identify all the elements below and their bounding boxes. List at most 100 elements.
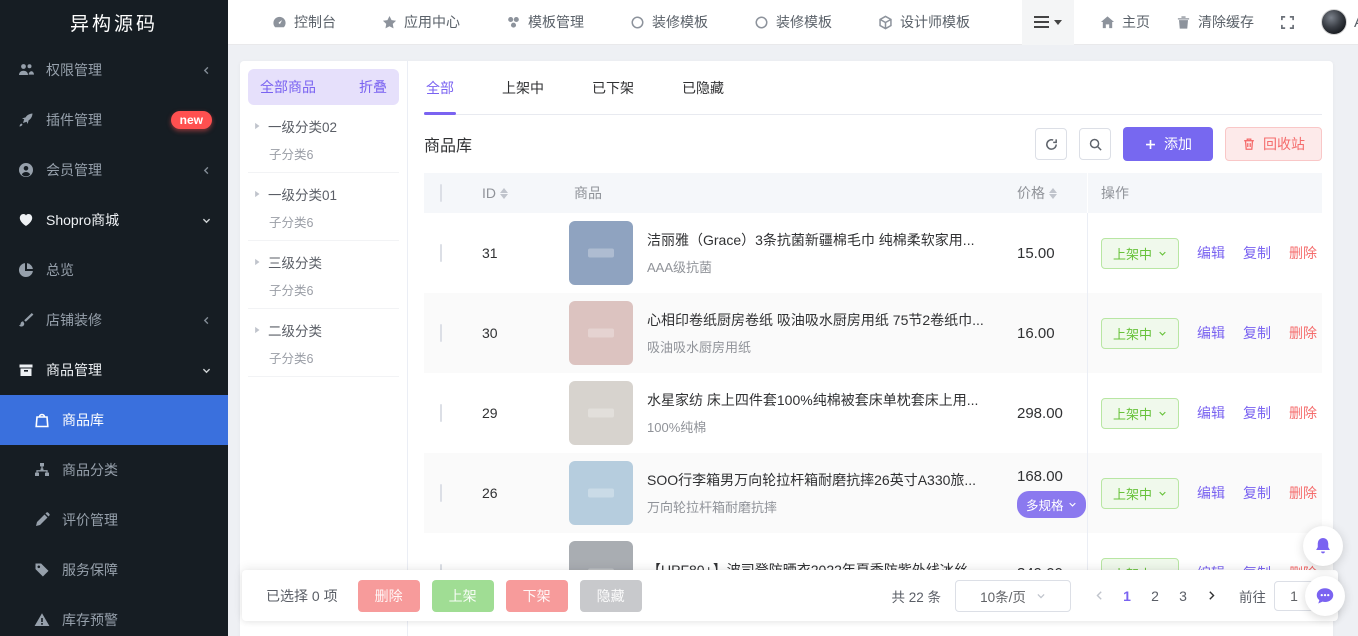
- delete-link[interactable]: 删除: [1289, 323, 1317, 343]
- page-number-1[interactable]: 1: [1113, 582, 1141, 610]
- tree-node[interactable]: 三级分类: [252, 252, 395, 272]
- prev-page-button[interactable]: [1085, 582, 1113, 610]
- batch-on-shelf-button[interactable]: 上架: [432, 580, 494, 612]
- row-checkbox[interactable]: [440, 244, 442, 262]
- search-button[interactable]: [1079, 128, 1111, 160]
- copy-link[interactable]: 复制: [1243, 483, 1271, 503]
- nav-item-app-center[interactable]: 应用中心: [382, 12, 460, 32]
- tree-group: 一级分类01 子分类6: [248, 173, 399, 241]
- status-dropdown[interactable]: 上架中: [1101, 318, 1179, 349]
- status-dropdown[interactable]: 上架中: [1101, 398, 1179, 429]
- add-label: 添加: [1164, 134, 1192, 154]
- batch-delete-button[interactable]: 删除: [358, 580, 420, 612]
- sidebar-item-goods-mgmt[interactable]: 商品管理: [0, 345, 228, 395]
- product-thumbnail: [569, 461, 633, 525]
- tree-subnode[interactable]: 子分类6: [269, 280, 395, 299]
- delete-link[interactable]: 删除: [1289, 403, 1317, 423]
- chevron-left-icon: [201, 165, 212, 176]
- sidebar-item-decoration[interactable]: 店铺装修: [0, 295, 228, 345]
- page-number-3[interactable]: 3: [1169, 582, 1197, 610]
- nav-item-designer-template[interactable]: 设计师模板: [878, 12, 970, 32]
- edit-link[interactable]: 编辑: [1197, 243, 1225, 263]
- sidebar-item-stock-alert[interactable]: 库存预警: [0, 595, 228, 636]
- refresh-button[interactable]: [1035, 128, 1067, 160]
- expand-icon: [1280, 15, 1295, 30]
- chat-button[interactable]: [1305, 576, 1345, 616]
- sidebar-item-overview[interactable]: 总览: [0, 245, 228, 295]
- page-title: 商品库: [424, 132, 472, 156]
- chevron-down-icon: [1158, 489, 1167, 498]
- pen-icon: [34, 512, 51, 529]
- sort-id-icon[interactable]: [500, 188, 508, 199]
- product-price: 16.00: [1017, 325, 1055, 342]
- home-button[interactable]: 主页: [1100, 12, 1150, 32]
- all-goods-label[interactable]: 全部商品: [260, 77, 316, 97]
- tree-node[interactable]: 二级分类: [252, 320, 395, 340]
- copy-link[interactable]: 复制: [1243, 323, 1271, 343]
- status-dropdown[interactable]: 上架中: [1101, 478, 1179, 509]
- shopping-bag-icon: [34, 412, 51, 429]
- tree-subnode[interactable]: 子分类6: [269, 348, 395, 367]
- caret-down-icon: [1054, 20, 1062, 25]
- nav-item-dashboard[interactable]: 控制台: [272, 12, 336, 32]
- tree-subnode[interactable]: 子分类6: [269, 212, 395, 231]
- delete-link[interactable]: 删除: [1289, 483, 1317, 503]
- tab-off-shelf[interactable]: 已下架: [590, 78, 636, 114]
- chevron-down-icon: [1158, 329, 1167, 338]
- copy-link[interactable]: 复制: [1243, 243, 1271, 263]
- edit-link[interactable]: 编辑: [1197, 403, 1225, 423]
- trash-icon: [1242, 137, 1256, 151]
- page-size-select[interactable]: 10条/页: [955, 580, 1071, 612]
- tree-node-label: 三级分类: [268, 252, 322, 272]
- recycle-bin-button[interactable]: 回收站: [1225, 127, 1322, 161]
- row-checkbox[interactable]: [440, 484, 442, 502]
- batch-off-shelf-button[interactable]: 下架: [506, 580, 568, 612]
- sidebar-item-shopro[interactable]: Shopro商城: [0, 195, 228, 245]
- tree-node[interactable]: 一级分类02: [252, 116, 395, 136]
- select-all-checkbox[interactable]: [440, 184, 442, 202]
- category-tree-panel: 全部商品 折叠 一级分类02 子分类6 一级分类01 子分类6 三级分类 子分类…: [240, 61, 408, 636]
- page-number-2[interactable]: 2: [1141, 582, 1169, 610]
- batch-hide-button[interactable]: 隐藏: [580, 580, 642, 612]
- sidebar-item-members[interactable]: 会员管理: [0, 145, 228, 195]
- status-tabs: 全部 上架中 已下架 已隐藏: [424, 61, 1322, 115]
- sidebar-item-guarantee[interactable]: 服务保障: [0, 545, 228, 595]
- fullscreen-button[interactable]: [1280, 15, 1295, 30]
- sidebar-item-label: 评价管理: [62, 510, 118, 530]
- row-checkbox[interactable]: [440, 324, 442, 342]
- sidebar-item-reviews[interactable]: 评价管理: [0, 495, 228, 545]
- edit-link[interactable]: 编辑: [1197, 323, 1225, 343]
- collapse-button[interactable]: 折叠: [359, 77, 387, 97]
- tree-subnode[interactable]: 子分类6: [269, 144, 395, 163]
- status-dropdown[interactable]: 上架中: [1101, 238, 1179, 269]
- admin-profile[interactable]: Admin: [1321, 9, 1358, 35]
- clear-cache-label: 清除缓存: [1198, 12, 1254, 32]
- sort-price-icon[interactable]: [1049, 188, 1057, 199]
- edit-link[interactable]: 编辑: [1197, 483, 1225, 503]
- nav-item-deco-template-2[interactable]: 装修模板: [754, 12, 832, 32]
- clear-cache-button[interactable]: 清除缓存: [1176, 12, 1254, 32]
- notification-button[interactable]: [1303, 526, 1343, 566]
- row-checkbox[interactable]: [440, 404, 442, 422]
- nav-item-template-mgmt[interactable]: 模板管理: [506, 12, 584, 32]
- next-page-button[interactable]: [1197, 582, 1225, 610]
- sidebar-item-goods-library[interactable]: 商品库: [0, 395, 228, 445]
- sidebar-item-goods-category[interactable]: 商品分类: [0, 445, 228, 495]
- multi-sku-badge[interactable]: 多规格: [1017, 491, 1086, 518]
- nav-item-deco-template-1[interactable]: 装修模板: [630, 12, 708, 32]
- tree-node-label: 二级分类: [268, 320, 322, 340]
- goto-label: 前往: [1239, 586, 1266, 606]
- copy-link[interactable]: 复制: [1243, 403, 1271, 423]
- sidebar-item-plugins[interactable]: 插件管理 new: [0, 95, 228, 145]
- tree-node[interactable]: 一级分类01: [252, 184, 395, 204]
- tab-all[interactable]: 全部: [424, 78, 456, 114]
- tab-hidden[interactable]: 已隐藏: [680, 78, 726, 114]
- add-button[interactable]: 添加: [1123, 127, 1213, 161]
- category-tree-header: 全部商品 折叠: [248, 69, 399, 105]
- sidebar-item-auth[interactable]: 权限管理: [0, 45, 228, 95]
- tab-on-shelf[interactable]: 上架中: [500, 78, 546, 114]
- pagination: 共 22 条 10条/页 1 2 3 前往: [891, 580, 1314, 612]
- shortcut-menu-dropdown[interactable]: [1022, 0, 1074, 45]
- delete-link[interactable]: 删除: [1289, 243, 1317, 263]
- product-title: 水星家纺 床上四件套100%纯棉被套床单枕套床上用...: [647, 390, 978, 410]
